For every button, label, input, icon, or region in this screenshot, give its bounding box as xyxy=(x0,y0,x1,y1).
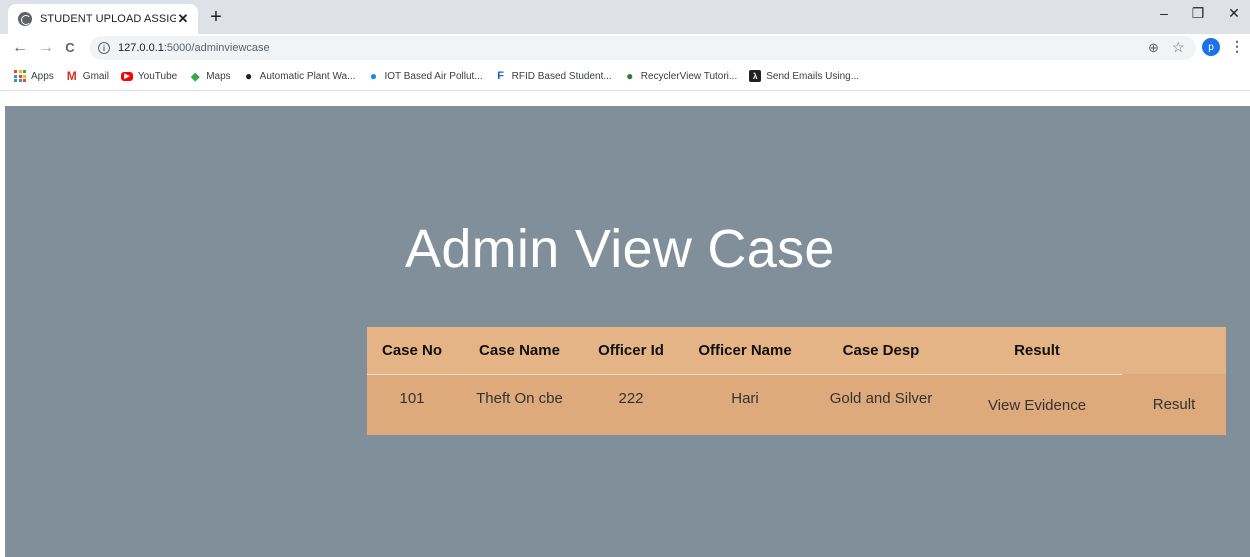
apps-grid-icon xyxy=(14,70,26,82)
tab-title: STUDENT UPLOAD ASSIGNMENT xyxy=(40,13,176,25)
bookmark-label: Maps xyxy=(206,70,231,82)
star-icon[interactable]: ☆ xyxy=(1172,39,1185,56)
column-header-case-no: Case No xyxy=(367,327,457,375)
bookmark-label: IOT Based Air Pollut... xyxy=(384,70,483,82)
view-evidence-link[interactable]: View Evidence xyxy=(988,397,1086,414)
forward-button[interactable]: → xyxy=(36,37,56,59)
browser-tab[interactable]: STUDENT UPLOAD ASSIGNMENT ✕ xyxy=(8,4,198,34)
bookmark-send-emails[interactable]: λ Send Emails Using... xyxy=(749,70,859,82)
table-row: 101 Theft On cbe 222 Hari Gold and Silve… xyxy=(367,374,1226,435)
column-header-result: Result xyxy=(952,327,1122,375)
column-header-empty xyxy=(1122,327,1226,374)
address-bar[interactable]: i 127.0.0.1:5000/adminviewcase ⊕ ☆ xyxy=(90,36,1196,60)
minimize-button[interactable]: – xyxy=(1152,5,1176,21)
bookmark-apps[interactable]: Apps xyxy=(14,70,54,82)
column-header-case-desp: Case Desp xyxy=(810,327,952,375)
bookmark-label: RFID Based Student... xyxy=(511,70,612,82)
bookmark-plant[interactable]: ● Automatic Plant Wa... xyxy=(243,69,356,83)
bookmark-label: Send Emails Using... xyxy=(766,70,860,82)
bookmark-label: RecyclerView Tutori... xyxy=(640,70,738,82)
cell-case-desp: Gold and Silver xyxy=(829,389,933,407)
bookmark-label: YouTube xyxy=(137,70,178,82)
bookmark-youtube[interactable]: ▶ YouTube xyxy=(120,70,178,82)
globe-icon xyxy=(18,12,32,26)
cell-case-name: Theft On cbe xyxy=(476,389,563,407)
url-text: 127.0.0.1:5000/adminviewcase xyxy=(118,42,270,54)
page-content: Admin View Case Case No Case Name Office… xyxy=(5,106,1250,557)
plant-icon: ● xyxy=(245,69,253,83)
youtube-icon: ▶ xyxy=(120,71,133,81)
browser-toolbar: ← → C i 127.0.0.1:5000/adminviewcase ⊕ ☆ xyxy=(0,34,1250,62)
page-title: Admin View Case xyxy=(405,219,835,279)
bookmark-label: Apps xyxy=(31,70,54,82)
email-icon: λ xyxy=(749,70,762,82)
info-icon[interactable]: i xyxy=(98,42,110,54)
column-header-officer-id: Officer Id xyxy=(582,327,680,375)
case-table: Case No Case Name Officer Id Officer Nam… xyxy=(367,327,1226,435)
table-header-row: Case No Case Name Officer Id Officer Nam… xyxy=(367,327,1226,375)
globe-icon: ● xyxy=(369,69,378,83)
tab-strip: STUDENT UPLOAD ASSIGNMENT ✕ + – ❐ ✕ xyxy=(0,0,1250,34)
close-icon[interactable]: ✕ xyxy=(176,11,190,27)
column-header-officer-name: Officer Name xyxy=(680,327,810,375)
profile-avatar[interactable]: p xyxy=(1202,38,1220,56)
menu-icon[interactable]: ⋮ xyxy=(1230,38,1244,55)
maps-icon: ◆ xyxy=(190,70,200,83)
bookmark-rfid[interactable]: F RFID Based Student... xyxy=(495,70,612,82)
cell-officer-name: Hari xyxy=(731,389,759,407)
cell-officer-id: 222 xyxy=(618,389,644,407)
bookmark-recycler[interactable]: ● RecyclerView Tutori... xyxy=(624,69,738,83)
result-link[interactable]: Result xyxy=(1153,396,1196,413)
back-button[interactable]: ← xyxy=(10,37,30,59)
bookmark-iot[interactable]: ● IOT Based Air Pollut... xyxy=(367,69,483,83)
recycler-icon: ● xyxy=(626,69,634,83)
column-header-case-name: Case Name xyxy=(457,327,582,375)
zoom-icon[interactable]: ⊕ xyxy=(1148,40,1159,56)
reload-button[interactable]: C xyxy=(60,37,80,59)
url-host: 127.0.0.1 xyxy=(118,42,164,54)
cell-result: Result xyxy=(1122,374,1226,435)
new-tab-button[interactable]: + xyxy=(205,6,227,28)
bookmark-maps[interactable]: ◆ Maps xyxy=(189,70,231,83)
bookmarks-bar: Apps M Gmail ▶ YouTube ◆ Maps ● Automati… xyxy=(0,62,1250,91)
bookmark-label: Gmail xyxy=(82,70,109,82)
cell-evidence: View Evidence xyxy=(952,374,1122,435)
bookmark-gmail[interactable]: M Gmail xyxy=(66,69,109,83)
bookmark-label: Automatic Plant Wa... xyxy=(259,70,356,82)
url-path: :5000/adminviewcase xyxy=(163,42,270,54)
restore-button[interactable]: ❐ xyxy=(1186,5,1210,22)
cell-case-no: 101 xyxy=(399,389,425,407)
rfid-icon: F xyxy=(497,70,505,82)
window-close-button[interactable]: ✕ xyxy=(1222,5,1246,22)
gmail-icon: M xyxy=(66,69,77,83)
